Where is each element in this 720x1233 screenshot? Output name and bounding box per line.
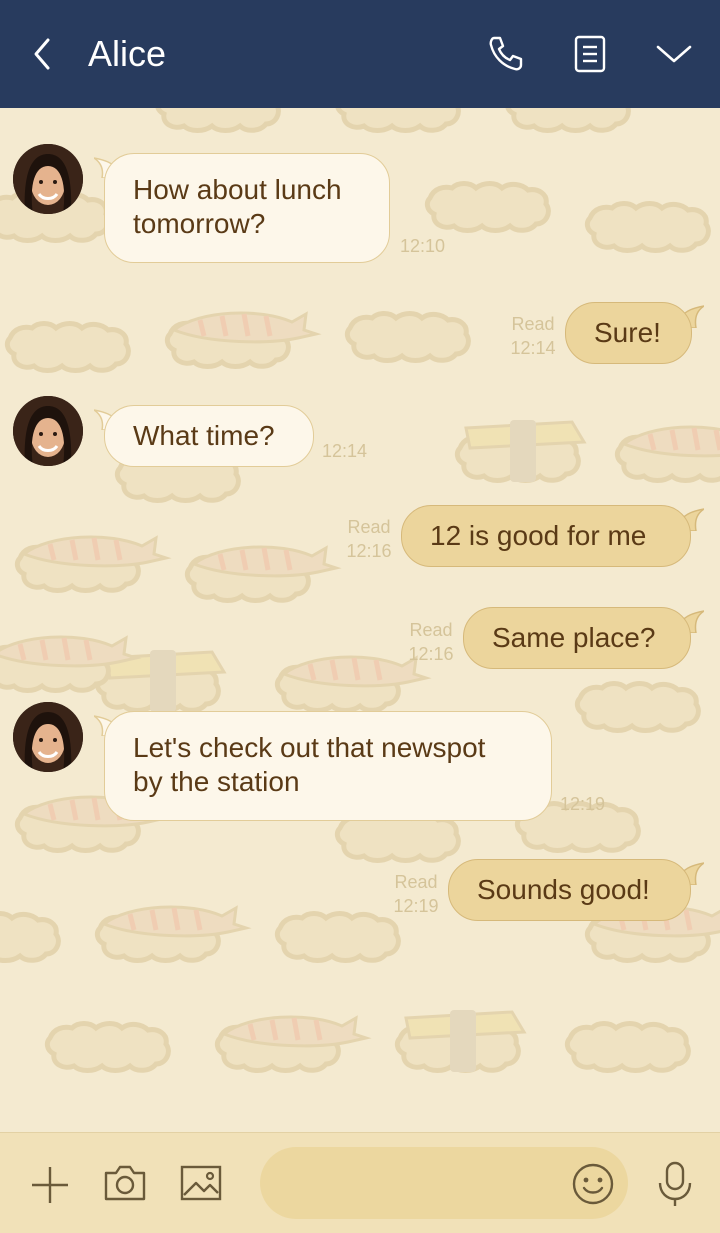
chat-area[interactable]: How about lunch tomorrow? 12:10 Read 12:… [0,108,720,1132]
back-chevron-icon[interactable] [28,34,56,74]
message-timestamp: 12:14 [510,338,556,358]
avatar-photo [13,702,83,772]
notes-icon[interactable] [568,32,612,76]
message-text-line: What time? [133,420,275,451]
camera-icon[interactable] [102,1161,148,1205]
avatar[interactable] [13,144,83,214]
message-bubble-incoming[interactable]: Let's check out that newspot by the stat… [104,711,552,821]
message-text: Sure! [594,317,661,348]
image-icon[interactable] [178,1161,224,1205]
message-timestamp: 12:16 [346,541,392,561]
message-bubble-outgoing[interactable]: Sure! [565,302,692,364]
read-receipt: Read 12:16 [404,618,458,666]
chat-header: Alice [0,0,720,108]
message-text: Sounds good! [477,874,650,905]
message-bubble-outgoing[interactable]: Sounds good! [448,859,691,921]
message-bubble-incoming[interactable]: What time? [104,405,314,467]
avatar[interactable] [13,396,83,466]
plus-icon[interactable] [28,1163,72,1207]
read-label: Read [394,872,438,892]
message-timestamp: 12:16 [408,644,454,664]
message-text-line: Let's check out that newspot [133,732,486,763]
message-text-line: How about lunch [133,174,342,205]
read-label: Read [511,314,555,334]
emoji-icon[interactable] [570,1161,616,1207]
message-bubble-outgoing[interactable]: 12 is good for me [401,505,691,567]
message-text-line: tomorrow? [133,208,266,239]
read-label: Read [347,517,391,537]
message-timestamp: 12:19 [560,794,606,814]
message-bubble-outgoing[interactable]: Same place? [463,607,691,669]
message-timestamp: 12:14 [322,441,368,461]
message-bubble-incoming[interactable]: How about lunch tomorrow? [104,153,390,263]
message-timestamp: 12:19 [393,896,439,916]
read-label: Read [409,620,453,640]
avatar[interactable] [13,702,83,772]
chevron-down-icon[interactable] [652,32,696,76]
message-text-line: by the station [133,766,300,797]
message-text: Same place? [492,622,656,653]
phone-icon[interactable] [484,32,528,76]
read-receipt: Read 12:19 [389,870,443,918]
read-receipt: Read 12:16 [342,515,396,563]
message-text: 12 is good for me [430,520,647,551]
message-timestamp: 12:10 [400,236,446,256]
avatar-photo [13,396,83,466]
contact-name[interactable]: Alice [88,32,166,76]
message-input-bar [0,1132,720,1233]
read-receipt: Read 12:14 [506,312,560,360]
microphone-icon[interactable] [652,1159,698,1209]
avatar-photo [13,144,83,214]
